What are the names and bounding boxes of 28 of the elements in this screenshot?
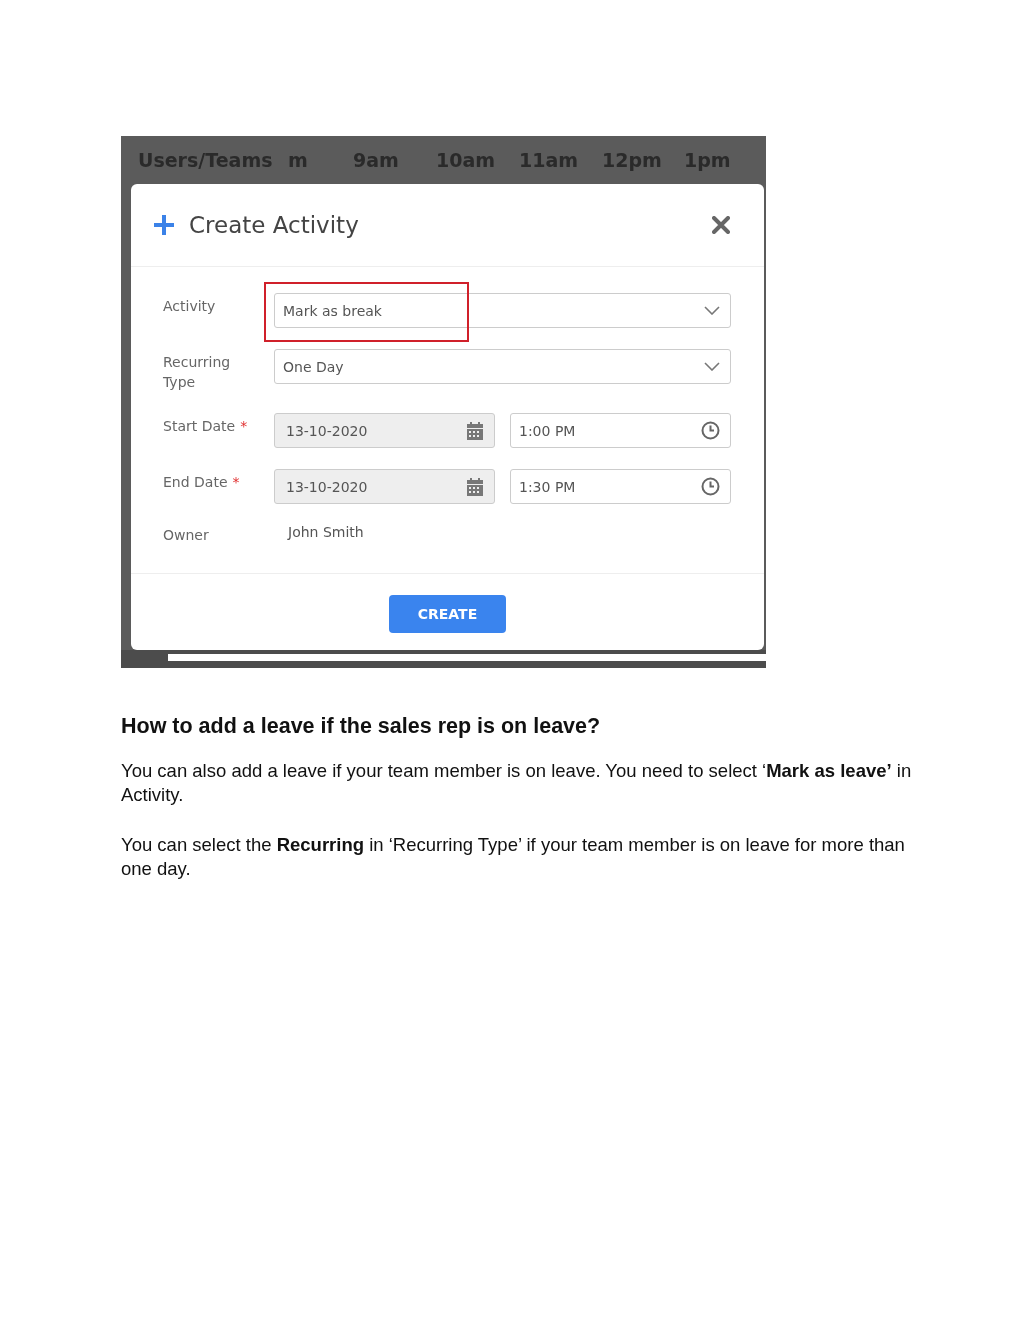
select-field[interactable]: One Day	[274, 349, 731, 384]
field-label: Start Date	[163, 418, 236, 434]
required-mark: *	[232, 474, 240, 490]
calendar-icon	[466, 421, 484, 440]
select-field[interactable]: Mark as break	[274, 293, 731, 328]
date-field[interactable]: 13-10-2020	[274, 469, 495, 504]
date-field[interactable]: 13-10-2020	[274, 413, 495, 448]
owner-name: John Smith	[288, 524, 364, 540]
chevron-down-icon	[704, 362, 720, 371]
time-field[interactable]: 1:30 PM	[510, 469, 731, 504]
field-label: Activity	[163, 298, 216, 314]
chevron-down-icon	[704, 306, 720, 315]
horizontal-scrollbar[interactable]	[168, 654, 766, 661]
paragraph: You can also add a leave if your team member is on leave. You need to select ‘Mark as leave’ in Activity.	[121, 759, 913, 807]
clock-icon	[701, 477, 720, 496]
dialog-title: Create Activity	[189, 212, 360, 238]
time-field[interactable]: 1:00 PM	[510, 413, 731, 448]
field-label: End Date	[163, 474, 228, 490]
field-label: Owner	[163, 527, 209, 543]
clock-icon	[701, 421, 720, 440]
plus-icon	[154, 215, 174, 235]
create-button[interactable]: CREATE	[389, 595, 506, 633]
section-heading: How to add a leave if the sales rep is on leave?	[121, 713, 602, 739]
paragraph: You can select the Recurring in ‘Recurring Type’ if your team member is on leave for more than one day.	[121, 833, 906, 881]
required-mark: *	[240, 418, 248, 434]
calendar-icon	[466, 477, 484, 496]
field-label: Recurring Type	[163, 354, 231, 390]
close-icon[interactable]	[712, 216, 730, 234]
